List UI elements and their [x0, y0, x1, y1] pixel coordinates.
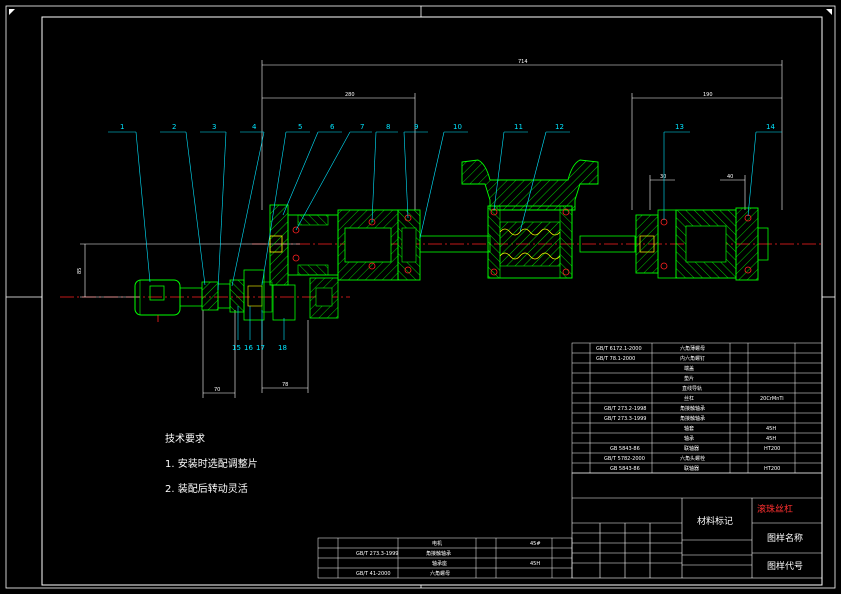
balloon-5: 5: [298, 123, 302, 131]
bottom-std-1: GB/T 273.3-1999: [356, 551, 398, 557]
balloon-10: 10: [453, 123, 462, 131]
parts-name-7: 角接触轴承: [680, 415, 705, 422]
parts-std-11: GB/T 5782-2000: [604, 456, 645, 462]
dim-right-small-1: 30: [660, 174, 666, 180]
parts-name-10: 联轴器: [684, 445, 699, 452]
bottom-mat-2: 45H: [530, 561, 540, 567]
parts-name-0: 六角薄螺母: [680, 345, 705, 352]
balloon-11: 11: [514, 123, 523, 131]
parts-std-10: GB 5843-86: [610, 446, 640, 452]
part-code-label: 图样代号: [767, 560, 803, 572]
parts-name-6: 角接触轴承: [680, 405, 705, 412]
bottom-parts-text: 电机 GB/T 273.3-1999 角接触轴承 45# 轴承座 45H GB/…: [356, 540, 541, 577]
dim-bottom-mid-text: 78: [282, 382, 288, 388]
parts-name-4: 直线导轨: [682, 385, 702, 392]
balloon-9: 9: [414, 123, 418, 131]
parts-name-9: 轴承: [684, 435, 694, 442]
left-bearing-housing: [269, 204, 421, 286]
parts-name-5: 丝杠: [684, 395, 694, 402]
balloon-4: 4: [252, 123, 257, 131]
parts-name-12: 联轴器: [684, 465, 699, 472]
notes-line-1: 1. 安装时选配调整片: [165, 457, 258, 470]
parts-name-11: 六角头螺栓: [680, 455, 705, 462]
cad-drawing-canvas: 714 280 190 85 70 78 30 40 1 2 3 4 5 6 7…: [5, 5, 836, 589]
parts-std-12: GB 5843-86: [610, 466, 640, 472]
dim-right-span-text: 190: [703, 92, 713, 98]
balloon-1: 1: [120, 123, 124, 131]
balloon-3: 3: [212, 123, 216, 131]
bottom-std-3: GB/T 41-2000: [356, 571, 391, 577]
balloon-7: 7: [360, 123, 364, 131]
dim-right-small-2: 40: [727, 174, 733, 180]
dimension-left-span: [262, 93, 416, 210]
dim-height-text: 85: [77, 268, 83, 274]
bottom-name-2: 轴承座: [432, 560, 447, 567]
parts-std-7: GB/T 273.3-1999: [604, 416, 646, 422]
balloon-15: 15: [232, 344, 241, 352]
parts-mat-12: HT200: [764, 466, 780, 472]
balloon-17: 17: [256, 344, 265, 352]
balloon-2: 2: [172, 123, 176, 131]
bottom-name-0: 电机: [432, 540, 442, 547]
parts-std-1: GB/T 78.1-2000: [596, 356, 635, 362]
parts-std-6: GB/T 273.2-1998: [604, 406, 646, 412]
parts-name-3: 垫片: [684, 375, 694, 382]
balloon-18: 18: [278, 344, 287, 352]
notes-heading: 技术要求: [165, 432, 205, 445]
balloon-14: 14: [766, 123, 775, 131]
parts-name-1: 内六角螺钉: [680, 355, 705, 362]
part-name-label: 图样名称: [767, 532, 803, 544]
motor: [134, 279, 203, 322]
balloon-13: 13: [675, 123, 684, 131]
ball-nut-and-table: [461, 159, 599, 279]
right-bearing-housing: [635, 207, 769, 281]
dimension-right-span: [631, 93, 782, 210]
parts-name-2: 端盖: [684, 365, 694, 372]
balloon-8: 8: [386, 123, 390, 131]
notes-line-2: 2. 装配后转动灵活: [165, 482, 248, 495]
parts-std-0: GB/T 6172.1-2000: [596, 346, 642, 352]
parts-mat-8: 45H: [766, 426, 776, 432]
dim-left-span-text: 280: [345, 92, 355, 98]
bottom-name-3: 六角螺母: [430, 570, 450, 577]
dim-bottom-left-text: 70: [214, 387, 220, 393]
drawing-title: 滚珠丝杠: [757, 503, 793, 515]
parts-mat-10: HT200: [764, 446, 780, 452]
parts-mat-5: 20CrMnTi: [760, 396, 784, 402]
dimension-bottom-left: [202, 310, 236, 398]
parts-name-8: 轴套: [684, 425, 694, 432]
balloon-16: 16: [244, 344, 253, 352]
balloon-12: 12: [555, 123, 564, 131]
parts-mat-9: 45H: [766, 436, 776, 442]
bottom-mat-1: 45#: [530, 541, 541, 547]
bottom-name-1: 角接触轴承: [426, 550, 451, 557]
corner-arrow-tl: [9, 9, 15, 15]
inner-frame: [41, 16, 823, 586]
dim-overall-text: 714: [518, 59, 528, 65]
balloon-6: 6: [330, 123, 335, 131]
material-label: 材料标记: [697, 515, 733, 527]
corner-arrow-tr: [826, 9, 832, 15]
